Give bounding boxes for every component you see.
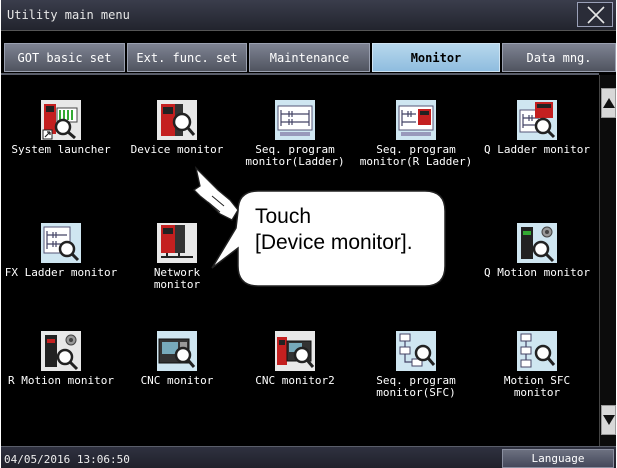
motion-sfc-monitor-icon [517, 331, 557, 371]
menu-item-seq-program-monitor-ladder[interactable]: Seq. program monitor(Ladder) [235, 100, 355, 182]
tab-got-basic-set[interactable]: GOT basic set [4, 43, 125, 72]
menu-item-label: Device monitor [130, 143, 224, 156]
menu-item-label: CNC monitor2 [255, 374, 335, 387]
menu-item-label: FX Ladder monitor [4, 266, 118, 279]
tab-ext-func-set[interactable]: Ext. func. set [127, 43, 247, 72]
device-monitor-icon [157, 100, 197, 140]
menu-item-device-monitor[interactable]: Device monitor [117, 100, 237, 182]
tab-data-mng[interactable]: Data mng. [502, 43, 616, 72]
tab-maintenance[interactable]: Maintenance [249, 43, 370, 72]
menu-item-label: CNC monitor [140, 374, 214, 387]
tab-bar: GOT basic set Ext. func. set Maintenance… [1, 31, 616, 73]
menu-item-label: Seq. program monitor(SFC) [376, 374, 456, 399]
monitor-menu-grid: System launcher Device monitor Seq. prog… [1, 73, 599, 448]
menu-item-system-launcher[interactable]: System launcher [1, 100, 121, 182]
title-bar: Utility main menu [1, 0, 616, 31]
ladder-monitor-icon [275, 100, 315, 140]
menu-item-motion-sfc-monitor[interactable]: Motion SFC monitor [477, 331, 597, 413]
q-ladder-monitor-icon [517, 100, 557, 140]
menu-item-label: Seq. program monitor(R Ladder) [359, 143, 473, 168]
scroll-down-button[interactable] [601, 405, 616, 435]
menu-item-intelligent-module-monitor[interactable]: module monitor [235, 223, 355, 305]
menu-item-label: Seq. program monitor(Ladder) [245, 143, 345, 168]
intelligent-module-monitor-icon [275, 223, 315, 263]
utility-main-menu-window: Utility main menu GOT basic set Ext. fun… [1, 0, 616, 468]
sfc-monitor-icon [396, 331, 436, 371]
menu-item-label: Monitor [392, 266, 440, 279]
date-time: 04/05/2016 13:06:50 [4, 453, 130, 466]
close-icon [587, 6, 605, 24]
r-ladder-monitor-icon [396, 100, 436, 140]
menu-item-fx-ladder-monitor[interactable]: FX Ladder monitor [1, 223, 121, 305]
menu-item-r-motion-monitor[interactable]: R Motion monitor [1, 331, 121, 413]
menu-item-label: Network monitor [153, 266, 201, 291]
menu-item-servo-amplifier-monitor[interactable]: Monitor [356, 223, 476, 305]
arrow-up-icon [603, 98, 615, 108]
menu-item-q-motion-monitor[interactable]: Q Motion monitor [477, 223, 597, 305]
menu-item-label: Q Ladder monitor [484, 143, 590, 156]
menu-item-label: Motion SFC monitor [503, 374, 571, 399]
cnc-monitor-icon [157, 331, 197, 371]
arrow-down-icon [603, 415, 615, 425]
network-monitor-icon [157, 223, 197, 263]
fx-ladder-monitor-icon [41, 223, 81, 263]
menu-item-seq-program-monitor-sfc[interactable]: Seq. program monitor(SFC) [356, 331, 476, 413]
language-button[interactable]: Language [502, 449, 614, 468]
tab-monitor[interactable]: Monitor [372, 43, 500, 72]
menu-item-seq-program-monitor-r-ladder[interactable]: Seq. program monitor(R Ladder) [356, 100, 476, 182]
window-title: Utility main menu [7, 8, 130, 22]
servo-amplifier-monitor-icon [396, 223, 436, 263]
r-motion-monitor-icon [41, 331, 81, 371]
system-launcher-icon [41, 100, 81, 140]
scroll-up-button[interactable] [601, 88, 616, 118]
menu-item-cnc-monitor2[interactable]: CNC monitor2 [235, 331, 355, 413]
menu-item-network-monitor[interactable]: Network monitor [117, 223, 237, 305]
menu-item-q-ladder-monitor[interactable]: Q Ladder monitor [477, 100, 597, 182]
status-bar: 04/05/2016 13:06:50 Language [1, 446, 616, 468]
q-motion-monitor-icon [517, 223, 557, 263]
menu-item-cnc-monitor[interactable]: CNC monitor [117, 331, 237, 413]
menu-item-label: Q Motion monitor [484, 266, 590, 279]
menu-item-label: module monitor [248, 266, 342, 279]
menu-item-label: System launcher [11, 143, 111, 156]
vertical-scrollbar[interactable] [599, 75, 616, 446]
menu-item-label: R Motion monitor [8, 374, 114, 387]
cnc-monitor2-icon [275, 331, 315, 371]
close-button[interactable] [577, 2, 613, 27]
